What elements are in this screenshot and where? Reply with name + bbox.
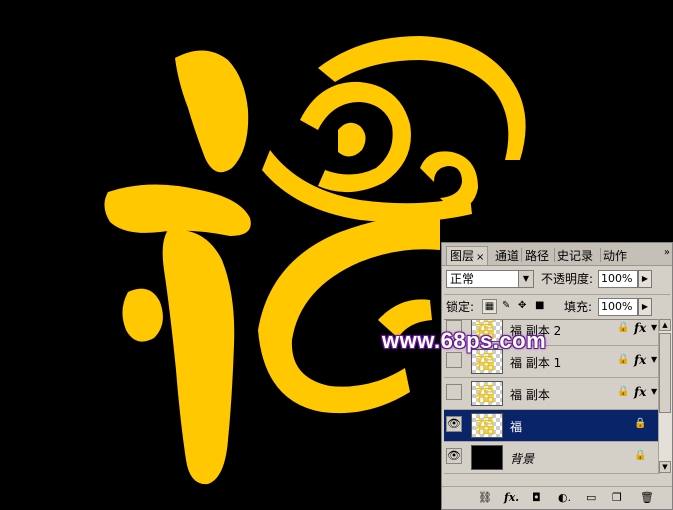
scroll-down-icon[interactable]: ▼: [659, 461, 671, 473]
panel-tab-bar: 图层 × 通道 路径 史记录 动作 »: [442, 243, 672, 266]
lock-icon: 🔒: [617, 386, 630, 397]
panel-divider: [444, 294, 670, 295]
thumb-glyph: 福: [475, 382, 495, 406]
layer-row-fu-copy[interactable]: 福 福 副本 🔒 fx ▼: [444, 378, 660, 410]
layer-thumbnail: 福: [471, 413, 503, 438]
layer-name[interactable]: 福 副本 1: [510, 354, 561, 371]
expand-effects-icon[interactable]: ▼: [651, 323, 657, 332]
trash-icon[interactable]: 🗑: [640, 491, 654, 505]
fill-input[interactable]: 100%: [598, 298, 638, 316]
tab-history-label: 史记录: [557, 249, 594, 263]
fx-icon[interactable]: fx: [634, 321, 646, 335]
tab-actions[interactable]: 动作: [600, 247, 630, 265]
tab-layers-label: 图层: [450, 249, 475, 263]
lock-icon: 🔒: [617, 322, 630, 333]
adjustment-layer-icon[interactable]: ◐.: [558, 491, 571, 505]
new-group-icon[interactable]: ▭: [586, 491, 596, 505]
add-mask-icon[interactable]: ◘: [532, 491, 541, 505]
layers-panel: 图层 × 通道 路径 史记录 动作 » 正常 ▼ 不透明度: 100% ▶ 锁定:…: [441, 242, 673, 510]
fx-icon[interactable]: fx: [634, 353, 646, 367]
visibility-toggle[interactable]: [446, 384, 462, 400]
chevron-down-icon[interactable]: ▼: [518, 271, 533, 287]
link-layers-icon[interactable]: ⛓: [478, 491, 492, 505]
lock-brush-icon[interactable]: ✎: [502, 300, 510, 311]
tab-channels-label: 通道: [495, 249, 520, 263]
scroll-thumb[interactable]: [659, 333, 671, 413]
layer-thumbnail: 福: [471, 381, 503, 406]
opacity-input[interactable]: 100%: [598, 270, 638, 288]
panel-menu-icon[interactable]: »: [664, 247, 670, 258]
fill-label: 填充:: [564, 300, 593, 314]
tab-paths-label: 路径: [525, 249, 550, 263]
opacity-label: 不透明度:: [541, 272, 594, 286]
eye-icon[interactable]: 👁: [446, 448, 462, 464]
thumb-glyph: 福: [475, 414, 495, 438]
tab-paths[interactable]: 路径: [522, 247, 552, 265]
blend-mode-value: 正常: [450, 272, 475, 286]
layer-thumbnail: [471, 445, 503, 470]
lock-icon: 🔒: [634, 450, 647, 461]
close-icon[interactable]: ×: [476, 252, 484, 263]
layer-name[interactable]: 福: [510, 418, 522, 435]
scroll-up-icon[interactable]: ▲: [659, 319, 671, 331]
tab-channels[interactable]: 通道: [492, 247, 522, 265]
layer-name[interactable]: 福 副本: [510, 386, 550, 403]
layer-name[interactable]: 背景: [510, 450, 534, 467]
visibility-toggle[interactable]: [446, 352, 462, 368]
new-layer-icon[interactable]: ❐: [612, 491, 622, 505]
expand-effects-icon[interactable]: ▼: [651, 387, 657, 396]
tab-layers[interactable]: 图层 ×: [446, 246, 489, 265]
lock-fill-row: 锁定: ▦ ✎ ✥ ■ 填充: 100% ▶: [446, 298, 668, 318]
lock-move-icon[interactable]: ✥: [518, 300, 526, 311]
layer-row-fu[interactable]: 👁 福 福 🔒: [444, 410, 660, 442]
lock-icon: 🔒: [617, 354, 630, 365]
layer-row-background[interactable]: 👁 背景 🔒: [444, 442, 660, 474]
blend-opacity-row: 正常 ▼ 不透明度: 100% ▶: [446, 270, 668, 290]
fx-icon[interactable]: fx: [634, 385, 646, 399]
eye-icon[interactable]: 👁: [446, 416, 462, 432]
tab-history[interactable]: 史记录: [554, 247, 596, 265]
layer-list-scrollbar[interactable]: ▲ ▼: [658, 319, 672, 473]
blend-mode-select[interactable]: 正常 ▼: [446, 270, 534, 288]
add-layer-style-icon[interactable]: fx.: [504, 491, 519, 505]
panel-footer-toolbar: ⛓ fx. ◘ ◐. ▭ ❐ 🗑: [442, 486, 672, 509]
fill-slider-toggle-icon[interactable]: ▶: [638, 298, 652, 316]
lock-transparency-icon[interactable]: ▦: [482, 299, 497, 314]
expand-effects-icon[interactable]: ▼: [651, 355, 657, 364]
tab-actions-label: 动作: [603, 249, 628, 263]
lock-icon: 🔒: [634, 418, 647, 429]
lock-label: 锁定:: [446, 300, 475, 314]
lock-all-icon[interactable]: ■: [535, 300, 544, 311]
watermark-text: www.68ps.com: [382, 328, 547, 353]
opacity-slider-toggle-icon[interactable]: ▶: [638, 270, 652, 288]
